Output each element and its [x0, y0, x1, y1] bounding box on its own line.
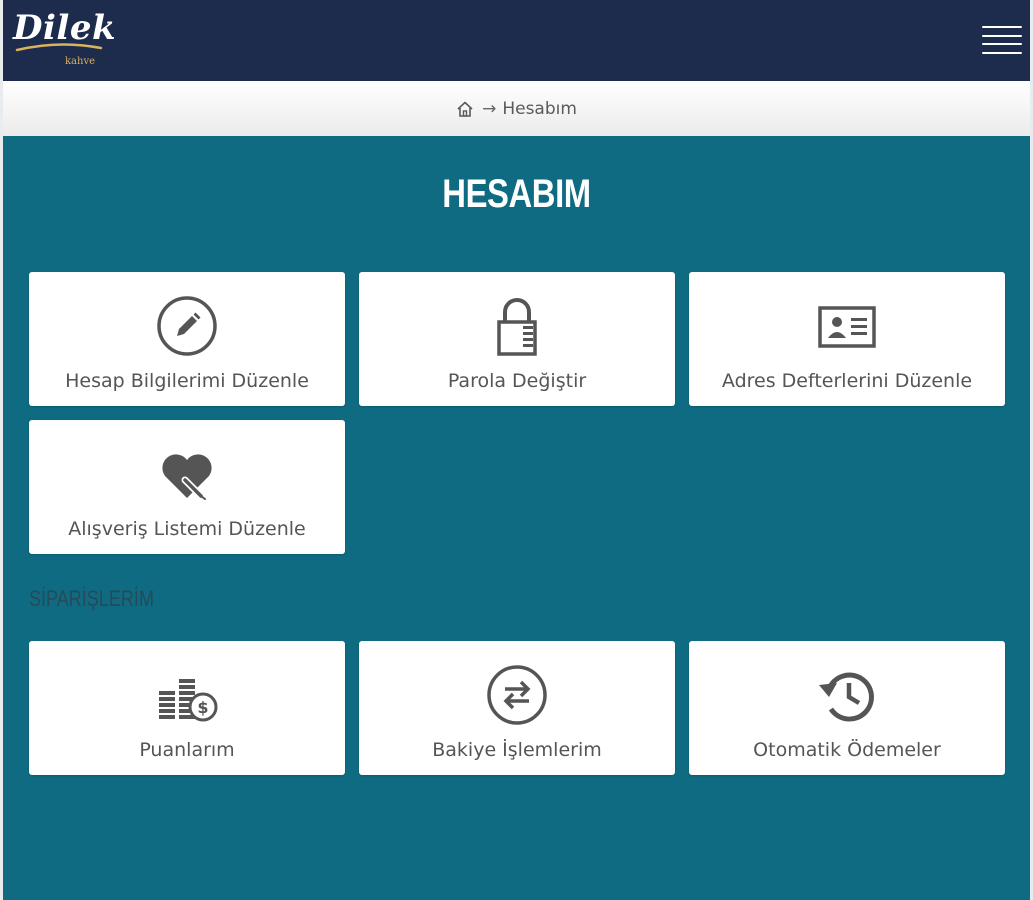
- brand-logo[interactable]: Dilek kahve: [13, 6, 116, 74]
- address-card-icon: [815, 294, 879, 358]
- svg-text:$: $: [197, 698, 208, 717]
- card-label: Alışveriş Listemi Düzenle: [68, 518, 306, 540]
- balance-transactions-card[interactable]: Bakiye İşlemlerim: [359, 641, 675, 775]
- padlock-icon: [485, 294, 549, 358]
- card-label: Otomatik Ödemeler: [753, 739, 941, 761]
- logo-swoosh-icon: [15, 43, 103, 52]
- card-label: Adres Defterlerini Düzenle: [721, 370, 973, 392]
- edit-account-info-card[interactable]: Hesap Bilgilerimi Düzenle: [29, 272, 345, 406]
- app-frame: Dilek kahve → Hesabım HESABIM Hesap Bilg…: [3, 0, 1030, 900]
- change-password-card[interactable]: Parola Değiştir: [359, 272, 675, 406]
- edit-address-book-card[interactable]: Adres Defterlerini Düzenle: [689, 272, 1005, 406]
- breadcrumb-current: Hesabım: [502, 98, 577, 119]
- home-icon[interactable]: [456, 100, 474, 118]
- card-label: Puanlarım: [139, 739, 235, 761]
- card-label: Bakiye İşlemlerim: [432, 739, 602, 761]
- coins-icon: $: [155, 663, 219, 727]
- menu-line-icon: [982, 34, 1022, 37]
- page-title: HESABIM: [442, 172, 591, 216]
- heart-pencil-icon: [155, 442, 219, 506]
- card-label: Parola Değiştir: [447, 370, 587, 392]
- automatic-payments-card[interactable]: Otomatik Ödemeler: [689, 641, 1005, 775]
- menu-line-icon: [982, 26, 1022, 28]
- top-navbar: Dilek kahve: [3, 0, 1030, 81]
- hamburger-menu-button[interactable]: [982, 26, 1022, 54]
- my-points-card[interactable]: $ Puanlarım: [29, 641, 345, 775]
- breadcrumb-separator: →: [482, 98, 497, 119]
- edit-shopping-list-card[interactable]: Alışveriş Listemi Düzenle: [29, 420, 345, 554]
- card-label: Hesap Bilgilerimi Düzenle: [65, 370, 309, 392]
- orders-section-title: SİPARİŞLERİM: [29, 586, 154, 611]
- history-clock-icon: [815, 663, 879, 727]
- breadcrumb: → Hesabım: [3, 81, 1030, 136]
- logo-subtext: kahve: [65, 56, 96, 67]
- exchange-arrows-icon: [485, 663, 549, 727]
- edit-pencil-icon: [155, 294, 219, 358]
- menu-line-icon: [982, 51, 1022, 54]
- menu-line-icon: [982, 43, 1022, 46]
